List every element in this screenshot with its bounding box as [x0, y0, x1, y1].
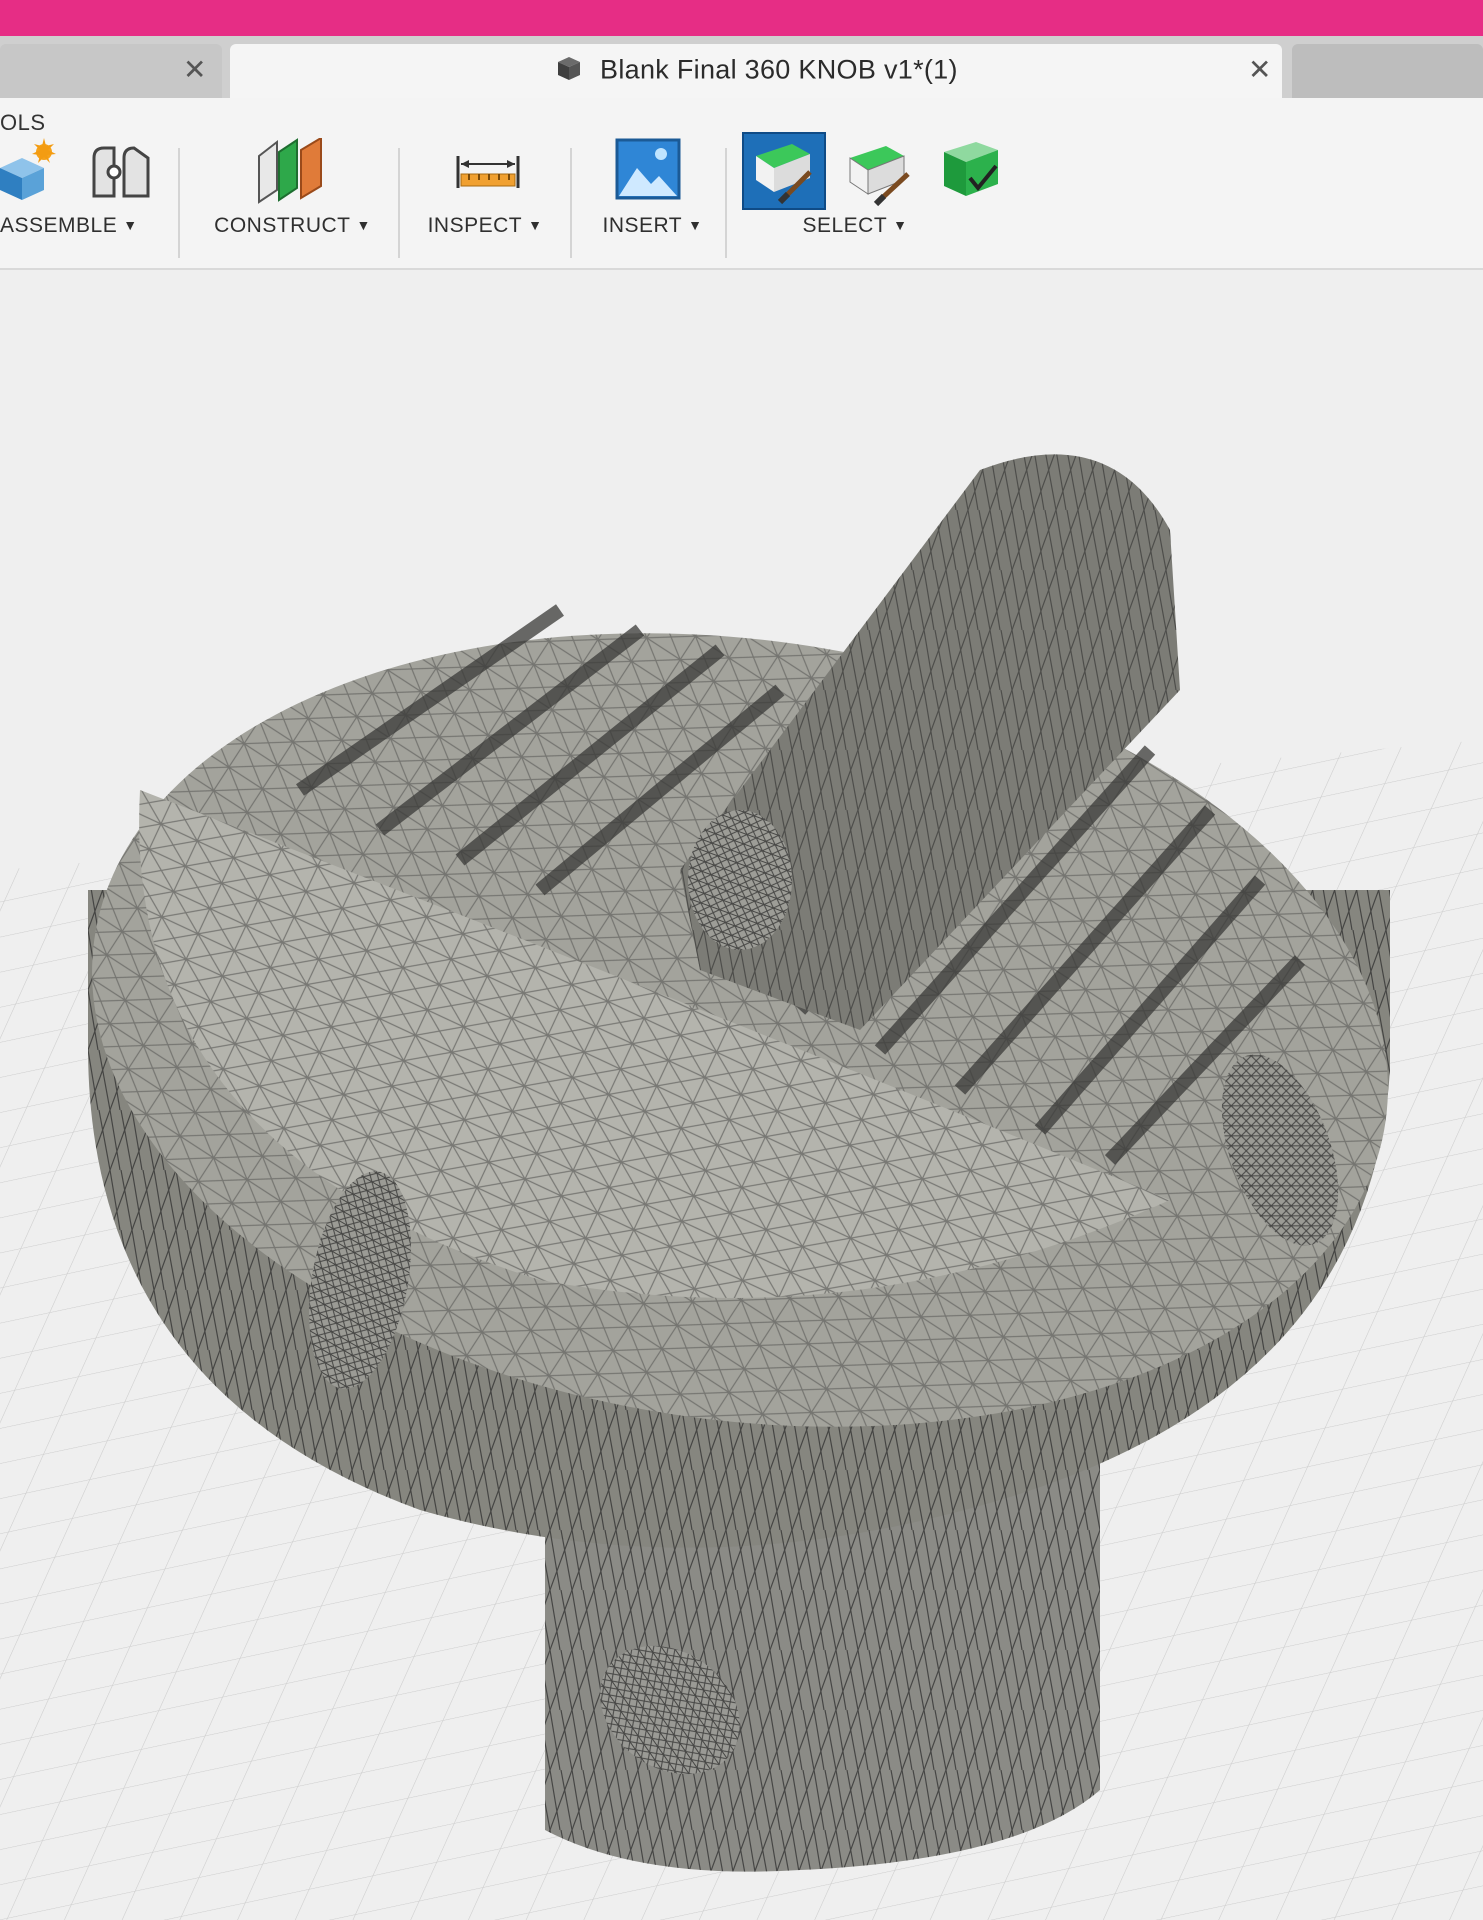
tools-tab-label[interactable]: OLS	[0, 110, 46, 136]
model-render	[0, 454, 1483, 1920]
document-tab-title-row: Blank Final 360 KNOB v1*(1)	[230, 54, 1282, 89]
insert-menu[interactable]: INSERT ▼	[585, 214, 720, 238]
assemble-menu[interactable]: ASSEMBLE ▼	[0, 214, 175, 238]
inspect-menu[interactable]: INSPECT ▼	[410, 214, 560, 238]
inspect-group: INSPECT ▼	[410, 138, 560, 248]
offset-plane-icon[interactable]	[255, 136, 327, 209]
measure-icon[interactable]	[455, 148, 521, 199]
toolbar-separator	[725, 148, 727, 258]
top-accent-bar	[0, 0, 1483, 36]
toolbar-separator	[570, 148, 572, 258]
select-group: SELECT ▼	[740, 132, 1010, 248]
close-tab-icon[interactable]: ✕	[183, 56, 206, 84]
new-component-icon[interactable]	[0, 138, 60, 207]
document-title: Blank Final 360 KNOB v1*(1)	[600, 54, 958, 85]
cube-document-icon	[554, 54, 584, 89]
construct-menu[interactable]: CONSTRUCT ▼	[195, 214, 390, 238]
document-tab-next[interactable]	[1292, 44, 1483, 98]
select-icon[interactable]	[742, 132, 826, 210]
canvas-viewport[interactable]	[0, 270, 1483, 1920]
selection-filter-icon[interactable]	[936, 134, 1006, 209]
toolbar-separator	[398, 148, 400, 258]
construct-group: CONSTRUCT ▼	[195, 136, 390, 248]
joint-icon[interactable]	[88, 144, 154, 207]
ribbon-toolbar: OLS ASSEMBLE ▼ CONSTRUCT ▼ INSPECT ▼ INS…	[0, 98, 1483, 270]
insert-image-icon[interactable]	[615, 138, 681, 205]
document-tab-bar: ✕ Blank Final 360 KNOB v1*(1) ✕	[0, 36, 1483, 98]
document-tab-previous[interactable]: ✕	[0, 44, 222, 98]
assemble-group: ASSEMBLE ▼	[0, 138, 175, 248]
toolbar-separator	[178, 148, 180, 258]
insert-group: INSERT ▼	[585, 138, 720, 248]
document-tab-active[interactable]: Blank Final 360 KNOB v1*(1) ✕	[230, 44, 1282, 98]
close-tab-icon[interactable]: ✕	[1248, 56, 1271, 84]
paint-select-icon[interactable]	[842, 138, 918, 213]
select-menu[interactable]: SELECT ▼	[740, 214, 970, 238]
